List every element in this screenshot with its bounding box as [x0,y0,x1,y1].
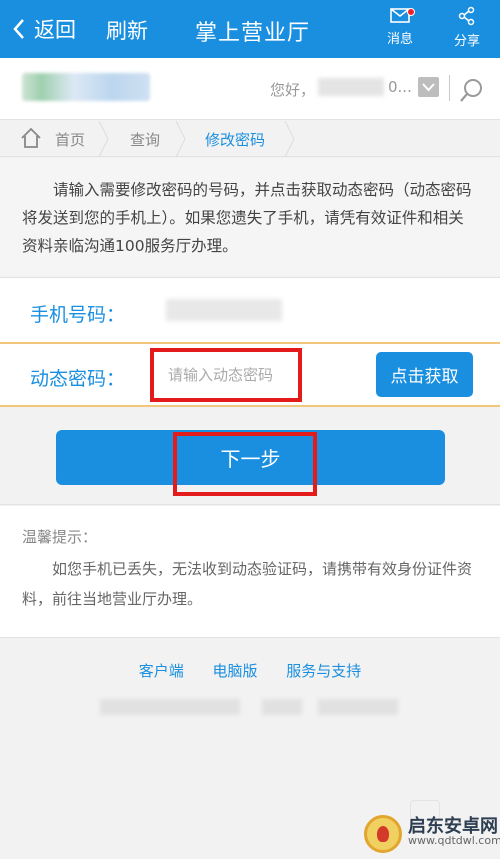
phone-row: 手机号码： [0,277,500,341]
breadcrumb-separator-icon [175,121,186,157]
footer-link-client[interactable]: 客户端 [139,662,184,680]
account-dropdown[interactable] [418,77,439,97]
tips-panel: 温馨提示： 如您手机已丢失，无法收到动态验证码，请携带有效身份证件资料，前往当地… [0,506,500,638]
tips-text: 如您手机已丢失，无法收到动态验证码，请携带有效身份证件资料，前往当地营业厅办理。 [22,560,473,608]
code-label: 动态密码： [30,368,126,390]
refresh-button[interactable]: 刷新 [106,15,148,45]
share-label: 分享 [453,34,480,49]
messages-label: 消息 [386,32,413,47]
tips-title: 温馨提示： [22,528,98,546]
breadcrumb-query[interactable]: 查询 [130,129,160,150]
code-row: 动态密码： 点击获取 [0,342,500,407]
user-number-ellipsis: 0... [388,78,412,96]
phone-label: 手机号码： [30,304,126,326]
footer-link-pc[interactable]: 电脑版 [212,662,257,680]
top-bar: 返回 刷新 掌上营业厅 消息 分享 [0,0,500,58]
footer-text-blurred [318,699,398,715]
footer-links: 客户端 电脑版 服务与支持 [0,660,500,681]
page-title: 掌上营业厅 [195,21,311,46]
search-icon[interactable] [458,76,486,104]
user-bar: 您好， 0... [0,58,500,120]
greeting-text: 您好， [270,81,316,99]
breadcrumb-current: 修改密码 [205,131,266,149]
footer-text-blurred [100,699,240,715]
notification-dot [407,8,415,16]
breadcrumb: 首页 查询 修改密码 [0,121,500,157]
user-number-blurred [318,78,384,96]
home-icon[interactable] [20,127,42,149]
next-step-button[interactable]: 下一步 [56,430,445,485]
watermark-url: www.qdtdwl.com [408,834,500,847]
footer-link-support[interactable]: 服务与支持 [286,662,361,680]
get-code-button[interactable]: 点击获取 [376,352,473,397]
watermark-logo-icon [364,815,402,853]
instructions-text: 请输入需要修改密码的号码，并点击获取动态密码（动态密码将发送到您的手机上）。如果… [22,181,472,255]
carrier-logo-blurred [22,73,150,101]
breadcrumb-home[interactable]: 首页 [55,129,85,150]
watermark-text: 启东安卓网 www.qdtdwl.com [408,816,500,848]
watermark-title: 启东安卓网 [408,816,498,837]
back-button[interactable]: 返回 [12,14,76,44]
chevron-left-icon [13,19,24,39]
divider [449,75,450,101]
watermark: 启东安卓网 www.qdtdwl.com [364,814,500,854]
messages-button[interactable]: 消息 [380,6,420,47]
instructions-panel: 请输入需要修改密码的号码，并点击获取动态密码（动态密码将发送到您的手机上）。如果… [0,158,500,276]
footer-text-blurred [262,699,302,715]
share-icon [458,6,475,26]
chevron-down-icon [422,83,435,92]
phone-number-blurred [166,299,282,321]
breadcrumb-separator-icon [284,121,295,157]
breadcrumb-separator-icon [98,121,109,157]
next-area: 下一步 [0,409,500,505]
back-label: 返回 [34,18,76,42]
share-button[interactable]: 分享 [447,6,487,49]
password-form: 手机号码： 动态密码： 点击获取 [0,277,500,407]
dynamic-code-input[interactable] [150,348,302,402]
